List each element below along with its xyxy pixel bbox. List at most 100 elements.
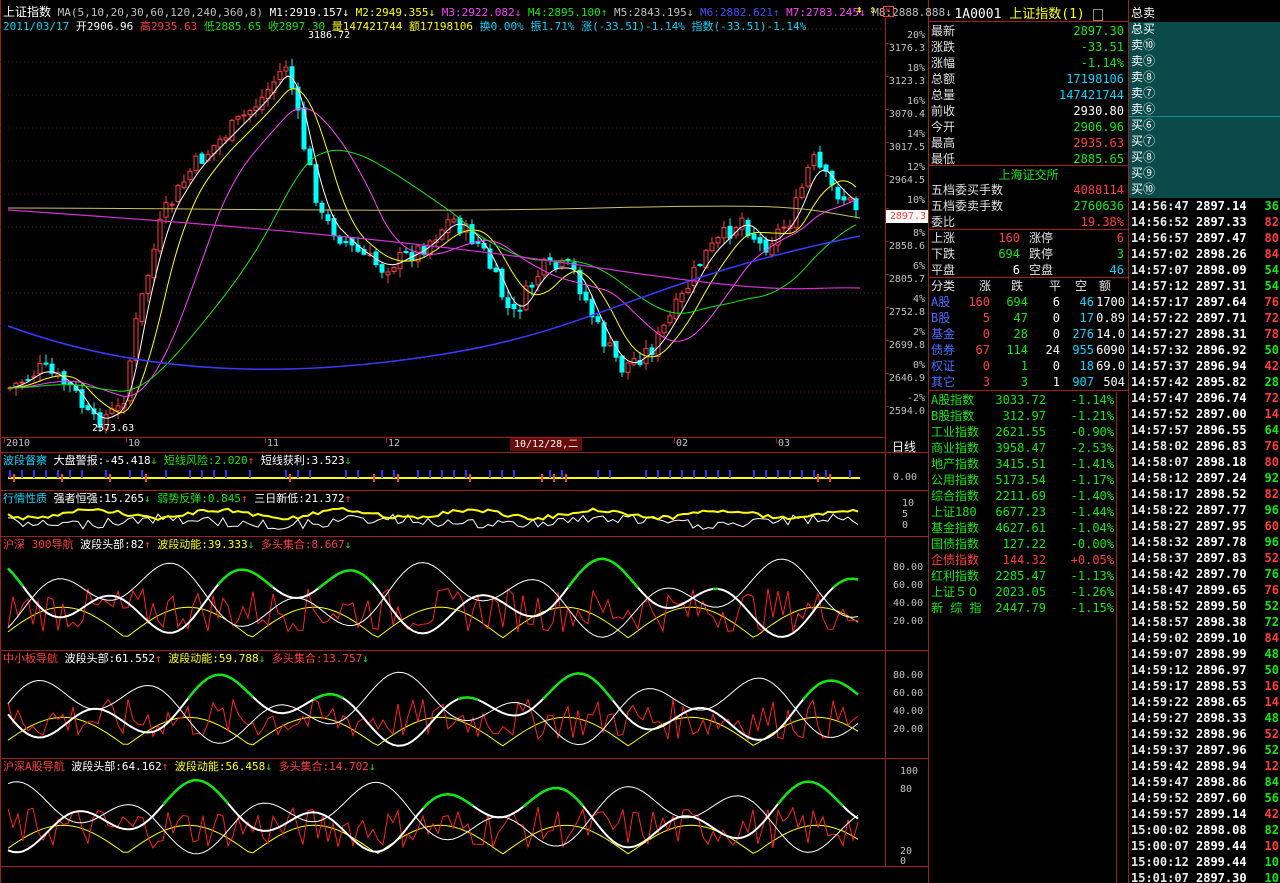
buy-level-1[interactable]: 买⑦ [1131,133,1155,149]
updown-label: 上涨 [931,231,956,245]
pin-icon[interactable]: ⇞ [856,3,863,16]
tick-row[interactable]: 15:01:07 2897.30 10 [1129,870,1280,883]
index-row-2[interactable]: 工业指数 2621.55 -0.90% [929,424,1128,440]
index-row-5[interactable]: 公用指数 5173.54 -1.17% [929,472,1128,488]
index-row-11[interactable]: 红利指数 2285.47 -1.13% [929,568,1128,584]
indicator-panel-3[interactable]: 沪深 300导航 波段头部:82↑ 波段动能:39.333↓ 多头集合:8.66… [0,536,928,650]
cat-row-4[interactable]: 权证 0 1 0 18 69.0 [929,358,1128,374]
tick-row[interactable]: 14:59:42 2898.94 12 [1129,758,1280,774]
buy-level-2[interactable]: 买⑧ [1131,149,1155,165]
indicator-panel-1[interactable]: 波段督察 大盘警报:-45.418↓ 短线风险:2.020↑ 短线获利:3.52… [0,452,928,490]
cat-name: 债券 [931,343,956,357]
tick-row[interactable]: 14:59:57 2899.14 42 [1129,806,1280,822]
tick-row[interactable]: 14:57:07 2898.09 54 [1129,262,1280,278]
tick-row[interactable]: 14:59:52 2897.60 56 [1129,790,1280,806]
tick-row[interactable]: 14:59:02 2899.10 84 [1129,630,1280,646]
indicator-panel-2[interactable]: 行情性质 强者恒强:15.265↓ 弱势反弹:0.845↑ 三日新低:21.37… [0,490,928,536]
tick-volume: 96 [1264,535,1279,549]
buy-level-3[interactable]: 买⑨ [1131,165,1155,181]
tick-row[interactable]: 14:58:37 2897.83 52 [1129,550,1280,566]
tick-row[interactable]: 14:57:47 2896.74 72 [1129,390,1280,406]
tick-row[interactable]: 15:00:12 2899.44 10 [1129,854,1280,870]
close-icon[interactable]: × [882,6,894,17]
tick-row[interactable]: 14:59:27 2898.33 48 [1129,710,1280,726]
updown-value2: 46 [1109,263,1124,277]
index-row-0[interactable]: A股指数 3033.72 -1.14% [929,392,1128,408]
tick-row[interactable]: 14:57:17 2897.64 76 [1129,294,1280,310]
tick-row[interactable]: 14:59:07 2898.99 48 [1129,646,1280,662]
tick-time: 14:59:42 [1131,759,1189,773]
cat-down: 114 [1006,343,1028,357]
index-row-9[interactable]: 国债指数 127.22 -0.00% [929,536,1128,552]
panel-tick: 100 [900,766,919,777]
sell-level-4[interactable]: 卖⑥ [1131,101,1155,117]
tick-row[interactable]: 14:56:52 2897.33 82 [1129,214,1280,230]
index-row-10[interactable]: 企债指数 144.32 +0.05% [929,552,1128,568]
index-row-3[interactable]: 商业指数 3958.47 -2.53% [929,440,1128,456]
toolbar-icons[interactable]: ⇞ ⇕ × [856,3,894,17]
axis-price-8: 2752.8 [888,307,925,318]
tick-row[interactable]: 14:59:12 2896.97 50 [1129,662,1280,678]
tick-row[interactable]: 14:57:12 2897.31 54 [1129,278,1280,294]
candle-body [847,197,853,201]
tick-row[interactable]: 14:58:52 2899.50 52 [1129,598,1280,614]
tick-row[interactable]: 14:57:37 2896.94 42 [1129,358,1280,374]
tick-row[interactable]: 14:57:57 2896.55 64 [1129,422,1280,438]
tick-row[interactable]: 14:58:02 2896.83 76 [1129,438,1280,454]
tick-row[interactable]: 14:59:32 2898.96 52 [1129,726,1280,742]
candlestick-chart[interactable] [0,18,885,438]
index-row-8[interactable]: 基金指数 4627.61 -1.04% [929,520,1128,536]
cat-row-5[interactable]: 其它 3 3 1 907 504 [929,374,1128,390]
tick-row[interactable]: 14:57:52 2897.00 14 [1129,406,1280,422]
panel-chart-3 [7,557,859,639]
tick-row[interactable]: 14:58:32 2897.78 96 [1129,534,1280,550]
tick-row[interactable]: 14:59:22 2898.65 14 [1129,694,1280,710]
tick-row[interactable]: 14:59:47 2898.86 84 [1129,774,1280,790]
menu-icon[interactable] [1092,8,1103,21]
index-pct: -1.26% [1070,585,1114,599]
tick-row[interactable]: 14:58:17 2898.52 82 [1129,486,1280,502]
tick-row[interactable]: 14:59:17 2898.53 16 [1129,678,1280,694]
indicator-panel-5[interactable]: 沪深A股导航 波段头部:64.162↑ 波段动能:56.458↓ 多头集合:14… [0,758,928,867]
index-row-12[interactable]: 上证５０ 2023.05 -1.26% [929,584,1128,600]
tick-row[interactable]: 14:58:47 2899.65 76 [1129,582,1280,598]
cat-flat: 1 [1052,375,1060,389]
tick-row[interactable]: 14:58:57 2898.38 72 [1129,614,1280,630]
index-row-7[interactable]: 上证180 6677.23 -1.44% [929,504,1128,520]
sell-level-1[interactable]: 卖⑨ [1131,53,1155,69]
tick-row[interactable]: 14:58:42 2897.70 76 [1129,566,1280,582]
index-row-4[interactable]: 地产指数 3415.51 -1.41% [929,456,1128,472]
cat-row-3[interactable]: 债券 67 114 24 955 6090 [929,342,1128,358]
sell-level-3[interactable]: 卖⑦ [1131,85,1155,101]
indicator-panel-4[interactable]: 中小板导航 波段头部:61.552↑ 波段动能:59.788↓ 多头集合:13.… [0,650,928,758]
index-row-1[interactable]: B股指数 312.97 -1.21% [929,408,1128,424]
tick-row[interactable]: 14:57:42 2895.82 28 [1129,374,1280,390]
tick-row[interactable]: 14:57:22 2897.71 72 [1129,310,1280,326]
cat-row-1[interactable]: B股 5 47 0 17 0.89 [929,310,1128,326]
buy-level-0[interactable]: 买⑥ [1131,117,1155,133]
buy-level-4[interactable]: 买⑩ [1131,181,1155,197]
tick-row[interactable]: 15:00:02 2898.08 82 [1129,822,1280,838]
tick-row[interactable]: 14:57:02 2898.26 84 [1129,246,1280,262]
index-row-6[interactable]: 综合指数 2211.69 -1.40% [929,488,1128,504]
sell-level-0[interactable]: 卖⑩ [1131,37,1155,53]
tick-row[interactable]: 14:58:22 2897.77 96 [1129,502,1280,518]
cat-row-0[interactable]: A股 160 694 6 46 1700 [929,294,1128,310]
tick-row[interactable]: 14:57:32 2896.92 50 [1129,342,1280,358]
sell-level-2[interactable]: 卖⑧ [1131,69,1155,85]
index-row-13[interactable]: 新 综 指 2447.79 -1.15% [929,600,1128,616]
tick-time: 14:57:22 [1131,311,1189,325]
tick-row[interactable]: 14:56:47 2897.14 36 [1129,198,1280,214]
quote-label: 最高 [931,136,956,150]
tick-row[interactable]: 14:58:12 2897.24 92 [1129,470,1280,486]
tick-row[interactable]: 14:59:37 2897.96 52 [1129,742,1280,758]
scroll-icon[interactable]: ⇕ [869,3,876,16]
quote-value: 2906.96 [1073,120,1124,134]
tick-row[interactable]: 15:00:07 2899.44 10 [1129,838,1280,854]
tick-row[interactable]: 14:56:57 2897.47 80 [1129,230,1280,246]
tick-row[interactable]: 14:58:07 2898.18 80 [1129,454,1280,470]
tick-row[interactable]: 14:58:27 2897.95 60 [1129,518,1280,534]
panel-tick: 40.00 [893,598,924,609]
tick-row[interactable]: 14:57:27 2898.31 78 [1129,326,1280,342]
cat-row-2[interactable]: 基金 0 28 0 276 14.0 [929,326,1128,342]
